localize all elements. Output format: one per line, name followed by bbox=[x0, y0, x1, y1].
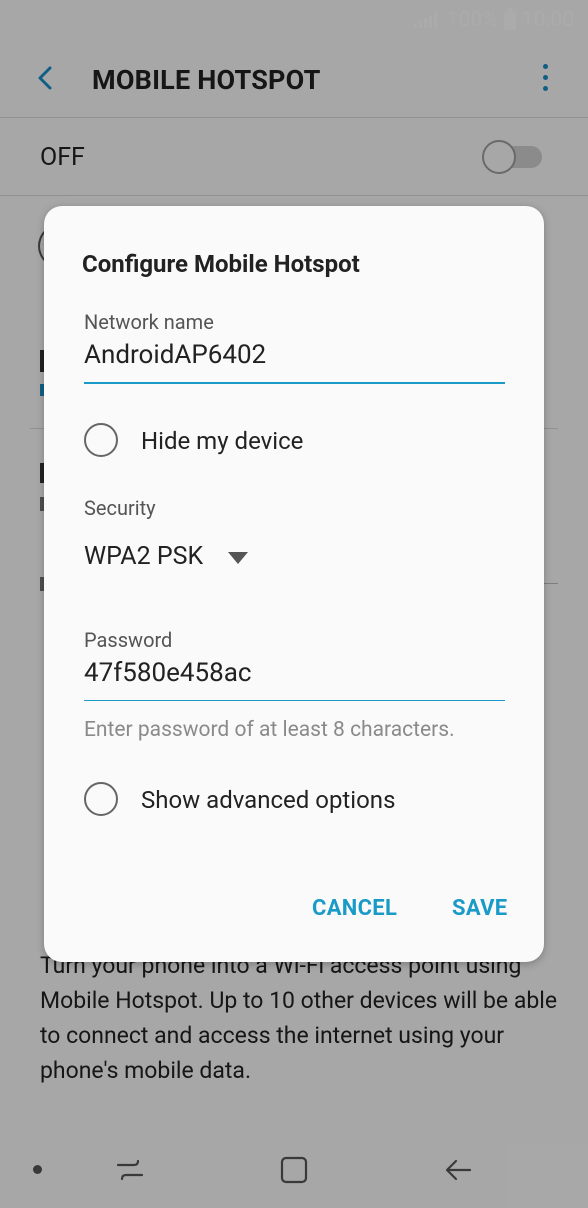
security-selected-value: WPA2 PSK bbox=[84, 542, 204, 571]
network-name-input[interactable] bbox=[84, 340, 504, 370]
advanced-options-option[interactable]: Show advanced options bbox=[84, 782, 504, 822]
password-hint: Enter password of at least 8 characters. bbox=[84, 718, 455, 742]
advanced-options-label: Show advanced options bbox=[141, 786, 396, 814]
cancel-button[interactable]: CANCEL bbox=[312, 896, 397, 921]
dropdown-arrow-icon bbox=[228, 552, 248, 564]
configure-hotspot-dialog: Configure Mobile Hotspot Network name Hi… bbox=[44, 206, 544, 962]
network-name-label: Network name bbox=[84, 310, 214, 334]
hide-device-radio[interactable] bbox=[84, 423, 118, 457]
password-label: Password bbox=[84, 628, 173, 652]
security-dropdown[interactable]: WPA2 PSK bbox=[84, 540, 284, 576]
hide-device-option[interactable]: Hide my device bbox=[84, 423, 504, 463]
security-label: Security bbox=[84, 496, 156, 520]
save-button[interactable]: SAVE bbox=[452, 896, 507, 921]
hide-device-label: Hide my device bbox=[141, 427, 304, 455]
password-underline bbox=[84, 700, 505, 701]
dialog-title: Configure Mobile Hotspot bbox=[82, 250, 360, 278]
network-name-underline bbox=[84, 382, 505, 384]
password-input[interactable] bbox=[84, 658, 504, 688]
advanced-options-radio[interactable] bbox=[84, 782, 118, 816]
